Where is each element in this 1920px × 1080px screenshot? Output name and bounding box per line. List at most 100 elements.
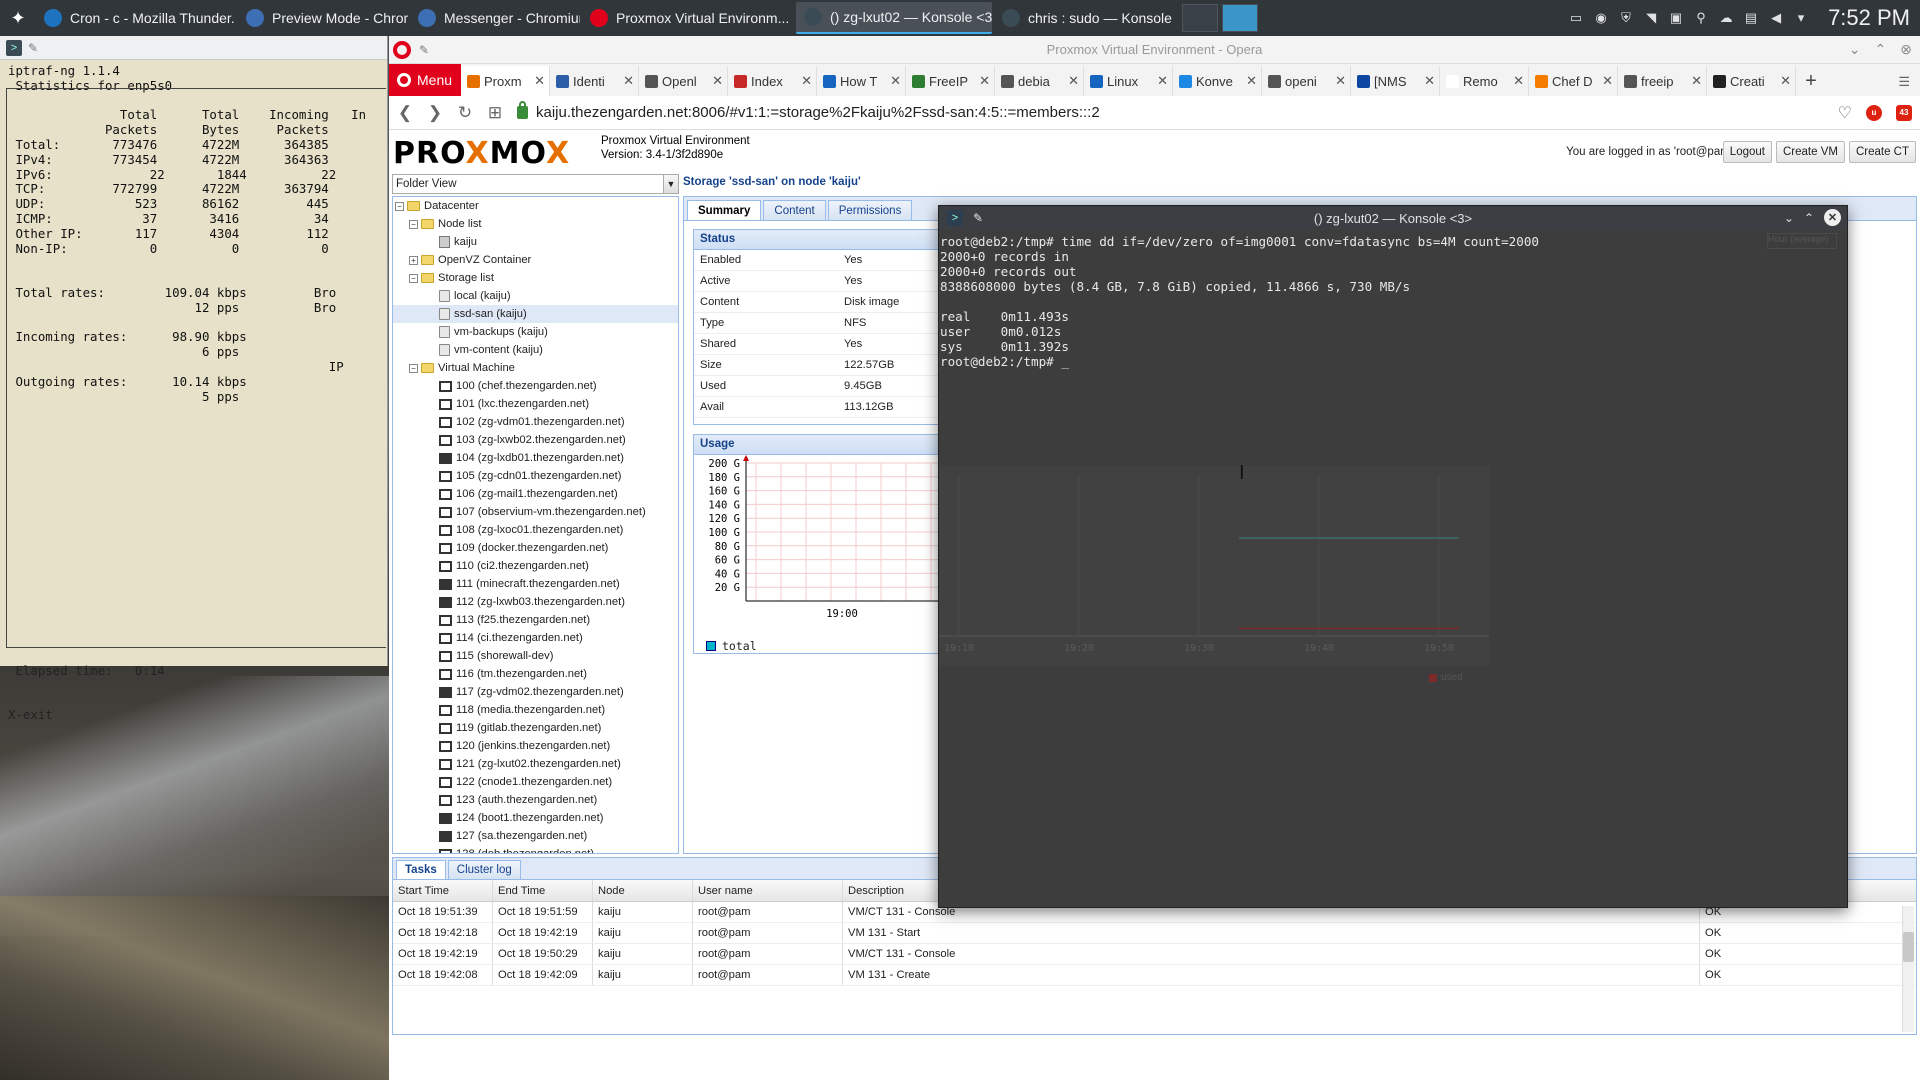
tab-menu-icon[interactable]: ☰ — [1898, 74, 1920, 96]
tree-vm-item[interactable]: 117 (zg-vdm02.thezengarden.net) — [393, 683, 678, 701]
tray-expand-chevron-icon[interactable]: ▾ — [1793, 10, 1809, 26]
tree-toggle-icon[interactable]: + — [409, 255, 418, 265]
chevron-down-icon[interactable]: ▼ — [663, 175, 678, 193]
tree-vm-item[interactable]: 110 (ci2.thezengarden.net) — [393, 557, 678, 575]
tree-toggle-icon[interactable]: − — [409, 219, 418, 229]
tab-tasks[interactable]: Tasks — [396, 860, 446, 879]
browser-tab[interactable]: openi ✕ — [1262, 66, 1351, 96]
ublock-extension-icon[interactable]: u — [1866, 104, 1882, 121]
tree-node-kaiju[interactable]: kaiju — [393, 233, 678, 251]
taskbar-task[interactable]: Preview Mode - Chromium — [238, 2, 408, 34]
pin-icon[interactable]: ✎ — [28, 41, 38, 55]
terminal-tray-icon[interactable]: ▭ — [1568, 10, 1584, 26]
tree-storage-item[interactable]: local (kaiju) — [393, 287, 678, 305]
browser-tab[interactable]: Openl ✕ — [639, 66, 728, 96]
tree-vm-item[interactable]: 124 (boot1.thezengarden.net) — [393, 809, 678, 827]
taskbar-task[interactable]: () zg-lxut02 — Konsole <3> — [796, 2, 992, 34]
tree-vm-item[interactable]: 128 (deb.thezengarden.net) — [393, 845, 678, 853]
tab-close-icon[interactable]: ✕ — [1424, 73, 1435, 89]
tree-vm-item[interactable]: 102 (zg-vdm01.thezengarden.net) — [393, 413, 678, 431]
tree-toggle-icon[interactable]: − — [409, 363, 418, 373]
browser-tab[interactable]: Konve ✕ — [1173, 66, 1262, 96]
tab-close-icon[interactable]: ✕ — [1691, 73, 1702, 89]
create-ct-button[interactable]: Create CT — [1848, 141, 1916, 163]
table-row[interactable]: Oct 18 19:42:08 Oct 18 19:42:09 kaiju root@… — [393, 965, 1916, 986]
tree-vm-item[interactable]: 123 (auth.thezengarden.net) — [393, 791, 678, 809]
tab-permissions[interactable]: Permissions — [827, 200, 913, 220]
speed-dial-grid-icon[interactable]: ⊞ — [487, 103, 503, 123]
view-selector[interactable]: Folder View ▼ — [392, 174, 679, 194]
tasks-scrollbar[interactable] — [1902, 906, 1914, 1032]
tab-close-icon[interactable]: ✕ — [1068, 73, 1079, 89]
tree-vm-item[interactable]: 122 (cnode1.thezengarden.net) — [393, 773, 678, 791]
tree-toggle-icon[interactable]: − — [395, 201, 404, 211]
chart-legend[interactable]: total — [706, 639, 757, 653]
tab-close-icon[interactable]: ✕ — [979, 73, 990, 89]
tab-close-icon[interactable]: ✕ — [1602, 73, 1613, 89]
volume-icon[interactable]: ◀ — [1768, 10, 1784, 26]
close-icon[interactable]: ✕ — [1824, 209, 1841, 226]
tree-vm-item[interactable]: 108 (zg-lxoc01.thezengarden.net) — [393, 521, 678, 539]
browser-tab[interactable]: Creati ✕ — [1707, 66, 1796, 96]
browser-tab[interactable]: debia ✕ — [995, 66, 1084, 96]
tree-storage-item[interactable]: ssd-san (kaiju) — [393, 305, 678, 323]
tree-datacenter[interactable]: − Datacenter — [393, 197, 678, 215]
maximize-icon[interactable]: ⌃ — [1804, 211, 1814, 225]
tree-node-list[interactable]: − Node list — [393, 215, 678, 233]
tab-close-icon[interactable]: ✕ — [534, 73, 545, 89]
close-icon[interactable]: ⊗ — [1900, 41, 1912, 58]
logout-button[interactable]: Logout — [1722, 141, 1772, 163]
tree-vm-item[interactable]: 121 (zg-lxut02.thezengarden.net) — [393, 755, 678, 773]
taskbar-task[interactable]: Messenger - Chromium — [410, 2, 580, 34]
tree-vm-item[interactable]: 111 (minecraft.thezengarden.net) — [393, 575, 678, 593]
browser-tab[interactable]: Identi ✕ — [550, 66, 639, 96]
tree-storage-list[interactable]: − Storage list — [393, 269, 678, 287]
maximize-icon[interactable]: ⌃ — [1875, 41, 1887, 58]
tab-close-icon[interactable]: ✕ — [801, 73, 812, 89]
shield-icon[interactable]: ⛨ — [1618, 10, 1634, 26]
iptraf-titlebar[interactable]: > ✎ — [0, 36, 387, 60]
back-arrow-icon[interactable]: ❮ — [397, 103, 413, 123]
url-text[interactable]: kaiju.thezengarden.net:8006/#v1:1:=stora… — [536, 104, 1100, 121]
browser-tab[interactable]: FreeIP ✕ — [906, 66, 995, 96]
tree-vm-item[interactable]: 113 (f25.thezengarden.net) — [393, 611, 678, 629]
tree-vm-item[interactable]: 104 (zg-lxdb01.thezengarden.net) — [393, 449, 678, 467]
browser-tab[interactable]: freeip ✕ — [1618, 66, 1707, 96]
desktop-2[interactable] — [1222, 4, 1258, 32]
taskbar-task[interactable]: Cron - c - Mozilla Thunder... — [36, 2, 236, 34]
tab-close-icon[interactable]: ✕ — [623, 73, 634, 89]
notifications-icon[interactable]: ◥ — [1643, 10, 1659, 26]
taskbar-task[interactable]: Proxmox Virtual Environm... — [582, 2, 794, 34]
tree-vm-item[interactable]: 112 (zg-lxwb03.thezengarden.net) — [393, 593, 678, 611]
tab-close-icon[interactable]: ✕ — [890, 73, 901, 89]
tree-vm-item[interactable]: 115 (shorewall-dev) — [393, 647, 678, 665]
clock[interactable]: 7:52 PM — [1828, 5, 1910, 31]
tab-close-icon[interactable]: ✕ — [712, 73, 723, 89]
tree-vm-item[interactable]: 106 (zg-mail1.thezengarden.net) — [393, 485, 678, 503]
konsole-titlebar[interactable]: > ✎ () zg-lxut02 — Konsole <3> ⌄ ⌃ ✕ — [939, 206, 1847, 230]
tab-cluster-log[interactable]: Cluster log — [447, 860, 521, 879]
taskbar-task[interactable]: chris : sudo — Konsole — [994, 2, 1172, 34]
mail-extension-icon[interactable]: 43 — [1896, 104, 1912, 121]
tree-vm-item[interactable]: 107 (observium-vm.thezengarden.net) — [393, 503, 678, 521]
tree-vm-item[interactable]: 114 (ci.thezengarden.net) — [393, 629, 678, 647]
iptraf-konsole-window[interactable]: > ✎ iptraf-ng 1.1.4 Statistics for enp5s… — [0, 36, 388, 722]
tree-vm-item[interactable]: 105 (zg-cdn01.thezengarden.net) — [393, 467, 678, 485]
table-row[interactable]: Oct 18 19:42:18 Oct 18 19:42:19 kaiju root@… — [393, 923, 1916, 944]
cloud-sync-icon[interactable]: ☁ — [1718, 10, 1734, 26]
grid-column-header[interactable]: End Time — [493, 880, 593, 901]
tab-close-icon[interactable]: ✕ — [1157, 73, 1168, 89]
grid-column-header[interactable]: User name — [693, 880, 843, 901]
scrollbar-thumb[interactable] — [1903, 932, 1914, 962]
tree-storage-item[interactable]: vm-content (kaiju) — [393, 341, 678, 359]
minimize-icon[interactable]: ⌄ — [1784, 211, 1794, 225]
zg-lxut02-konsole-window[interactable]: > ✎ () zg-lxut02 — Konsole <3> ⌄ ⌃ ✕ roo… — [938, 205, 1848, 908]
minimize-icon[interactable]: ⌄ — [1849, 41, 1861, 58]
terminal-output[interactable]: root@deb2:/tmp# time dd if=/dev/zero of=… — [939, 230, 1847, 369]
browser-tab[interactable]: Index ✕ — [728, 66, 817, 96]
tree-vm-item[interactable]: 118 (media.thezengarden.net) — [393, 701, 678, 719]
tree-toggle-icon[interactable]: − — [409, 273, 418, 283]
display-icon[interactable]: ▣ — [1668, 10, 1684, 26]
create-vm-button[interactable]: Create VM — [1775, 141, 1845, 163]
network-tray-icon[interactable]: ◉ — [1593, 10, 1609, 26]
